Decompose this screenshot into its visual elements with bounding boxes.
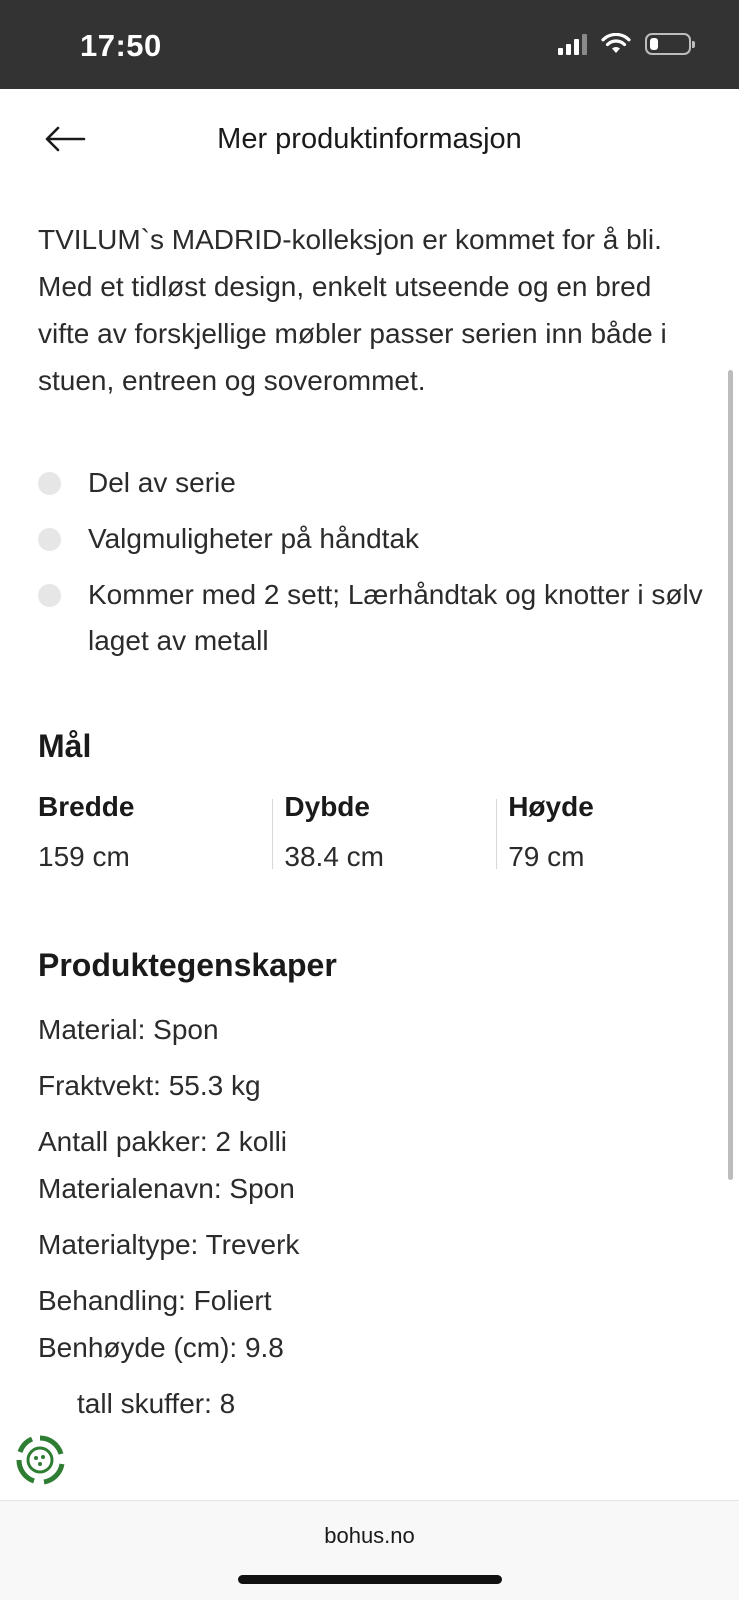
- feature-list: Del av serie Valgmuligheter på håndtak K…: [38, 460, 708, 664]
- feature-item: Valgmuligheter på håndtak: [38, 516, 708, 562]
- property-item: Materialenavn: Spon: [38, 1173, 295, 1204]
- dimension-depth: Dybde 38.4 cm: [260, 787, 484, 877]
- wifi-icon: [601, 33, 631, 53]
- bullet-icon: [38, 472, 61, 495]
- property-item: Fraktvekt: 55.3 kg: [38, 1070, 261, 1101]
- feature-text: Del av serie: [88, 467, 236, 498]
- feature-item: Del av serie: [38, 460, 708, 506]
- dimension-value: 159 cm: [38, 841, 130, 872]
- feature-item: Kommer med 2 sett; Lærhåndtak og knotter…: [38, 572, 708, 664]
- scrollbar[interactable]: [728, 370, 733, 1180]
- feature-text: Kommer med 2 sett; Lærhåndtak og knotter…: [88, 579, 703, 656]
- properties-title: Produktegenskaper: [38, 947, 337, 983]
- status-time: 17:50: [80, 28, 162, 63]
- dimension-value: 79 cm: [508, 841, 585, 872]
- property-item: tall skuffer: 8: [77, 1388, 236, 1419]
- property-item: Benhøyde (cm): 9.8: [38, 1332, 284, 1363]
- feature-text: Valgmuligheter på håndtak: [88, 523, 420, 554]
- url-text[interactable]: bohus.no: [0, 1523, 739, 1549]
- dimension-width: Bredde 159 cm: [38, 787, 260, 877]
- browser-url-bar[interactable]: bohus.no: [0, 1500, 739, 1600]
- property-item: Antall pakker: 2 kolli: [38, 1126, 288, 1157]
- status-bar: 17:50: [0, 0, 739, 89]
- dimension-label: Høyde: [508, 791, 594, 822]
- dimension-value: 38.4 cm: [284, 841, 385, 872]
- dimension-height: Høyde 79 cm: [484, 787, 708, 877]
- eco-badge-button[interactable]: [14, 1434, 66, 1486]
- product-description: TVILUM`s MADRID-kolleksjon er kommet for…: [38, 224, 667, 396]
- property-item: Material: Spon: [38, 1014, 219, 1045]
- product-info-content: TVILUM`s MADRID-kolleksjon er kommet for…: [38, 216, 708, 1427]
- status-icons: [558, 33, 695, 55]
- home-indicator[interactable]: [238, 1575, 502, 1584]
- properties-list: Material: Spon Fraktvekt: 55.3 kg Antall…: [38, 1006, 708, 1427]
- dimension-label: Dybde: [284, 791, 370, 822]
- battery-icon: [645, 33, 695, 55]
- bullet-icon: [38, 584, 61, 607]
- dimensions-title: Mål: [38, 728, 92, 764]
- page-header: Mer produktinformasjon: [0, 89, 739, 193]
- dimensions-row: Bredde 159 cm Dybde 38.4 cm Høyde 79 cm: [38, 787, 708, 877]
- bullet-icon: [38, 528, 61, 551]
- page-title: Mer produktinformasjon: [217, 123, 522, 155]
- cellular-signal-icon: [558, 33, 587, 55]
- property-item: Behandling: Foliert: [38, 1285, 272, 1316]
- dimension-label: Bredde: [38, 791, 135, 822]
- battery-fill: [650, 38, 658, 50]
- property-item: Materialtype: Treverk: [38, 1229, 300, 1260]
- recycle-leaf-icon: [16, 1435, 65, 1485]
